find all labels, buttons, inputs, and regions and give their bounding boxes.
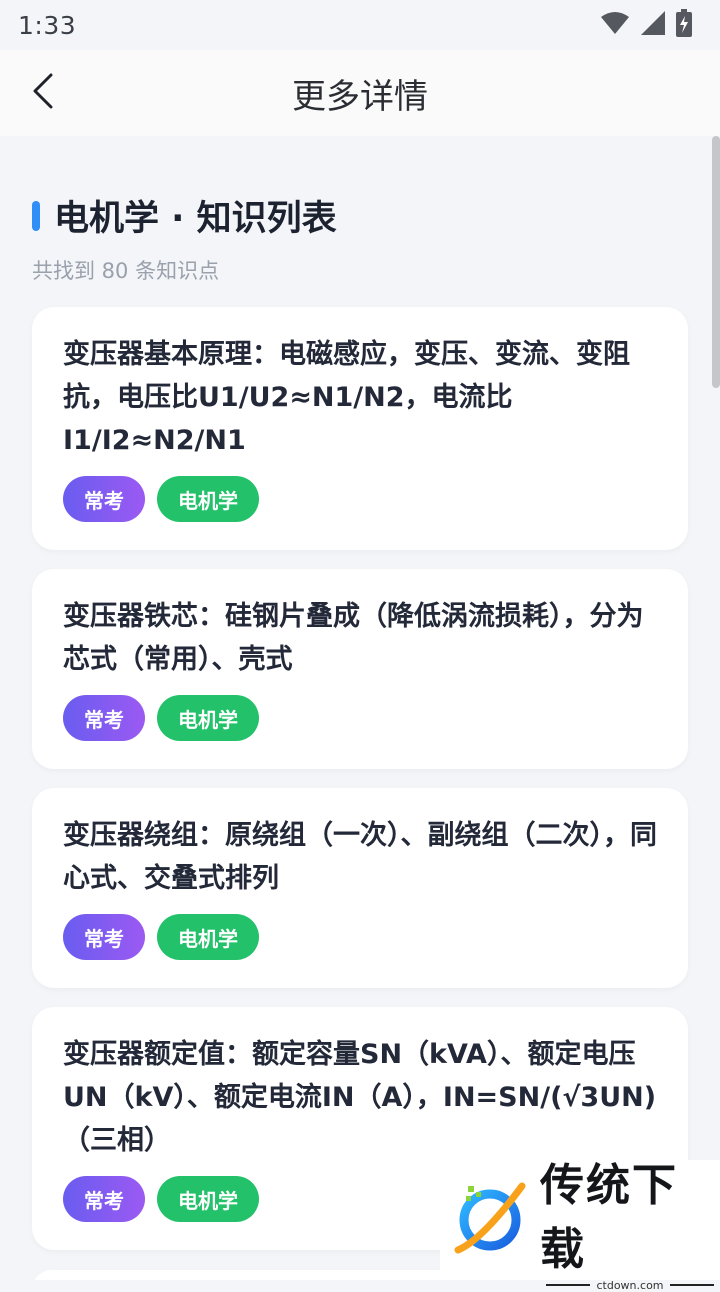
knowledge-card[interactable]: 变压器基本原理：电磁感应，变压、变流、变阻抗，电压比U1/U2≈N1/N2，电流… [32, 307, 688, 550]
watermark-url: ctdown.com [596, 1278, 664, 1292]
tag-frequent: 常考 [63, 914, 145, 960]
watermark: 传统下载 ctdown.com [440, 1160, 720, 1292]
wifi-icon [600, 11, 630, 39]
tag-frequent: 常考 [63, 695, 145, 741]
battery-icon [676, 9, 692, 41]
card-text: 变压器额定值：额定容量SN（kVA）、额定电压UN（kV）、额定电流IN（A），… [63, 1039, 657, 1156]
tag-frequent: 常考 [63, 1176, 145, 1222]
watermark-logo-icon [452, 1180, 528, 1260]
knowledge-card[interactable]: 变压器绕组：原绕组（一次）、副绕组（二次），同心式、交叠式排列 常考 电机学 [32, 788, 688, 988]
card-text: 变压器基本原理：电磁感应，变压、变流、变阻抗，电压比U1/U2≈N1/N2，电流… [63, 339, 630, 456]
tag-subject: 电机学 [157, 476, 259, 522]
chevron-left-icon [31, 73, 55, 113]
page-title: 更多详情 [292, 76, 428, 117]
tag-subject: 电机学 [157, 914, 259, 960]
status-bar: 1:33 [0, 0, 720, 50]
section-accent-bar [32, 200, 40, 231]
app-bar: 更多详情 [0, 50, 720, 136]
watermark-text: 传统下载 [540, 1159, 678, 1275]
scrollbar[interactable] [712, 136, 720, 388]
signal-icon [640, 10, 666, 40]
status-icons [600, 9, 692, 41]
status-time: 1:33 [18, 10, 77, 40]
tag-frequent: 常考 [63, 476, 145, 522]
knowledge-card[interactable]: 变压器铁芯：硅钢片叠成（降低涡流损耗），分为芯式（常用）、壳式 常考 电机学 [32, 569, 688, 769]
section-subtitle: 共找到 80 条知识点 [32, 259, 220, 283]
tag-subject: 电机学 [157, 1176, 259, 1222]
card-tags: 常考 电机学 [63, 695, 658, 741]
back-button[interactable] [18, 68, 68, 118]
card-text: 变压器绕组：原绕组（一次）、副绕组（二次），同心式、交叠式排列 [63, 820, 657, 894]
card-tags: 常考 电机学 [63, 914, 658, 960]
section-header: 电机学 · 知识列表 共找到 80 条知识点 [32, 190, 337, 285]
card-text: 变压器铁芯：硅钢片叠成（降低涡流损耗），分为芯式（常用）、壳式 [63, 601, 644, 675]
card-tags: 常考 电机学 [63, 476, 658, 522]
tag-subject: 电机学 [157, 695, 259, 741]
content-scroll-area[interactable]: 电机学 · 知识列表 共找到 80 条知识点 变压器基本原理：电磁感应，变压、变… [0, 136, 720, 1280]
section-title: 电机学 · 知识列表 [54, 199, 337, 239]
